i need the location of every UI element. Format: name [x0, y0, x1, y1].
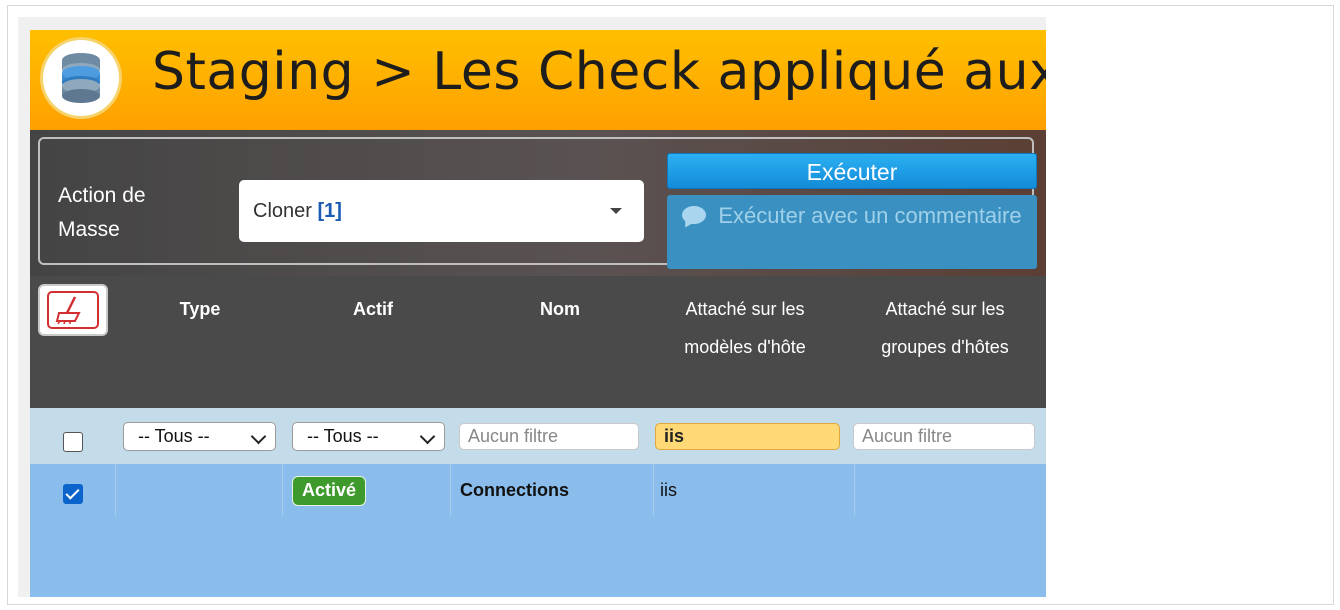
table-header: Type Actif Nom Attaché sur les modèles d… — [30, 276, 1046, 408]
mass-action-bar: Action de Masse Cloner [1] Exécuter Exéc… — [30, 130, 1046, 276]
cell-modeles: iis — [660, 480, 677, 500]
column-divider — [282, 464, 283, 516]
execute-button[interactable]: Exécuter — [667, 153, 1037, 189]
status-badge: Activé — [292, 476, 367, 506]
execute-with-comment-label: Exécuter avec un commentaire — [718, 203, 1022, 228]
type-filter-value: -- Tous -- — [138, 426, 210, 446]
row-checkbox[interactable] — [63, 484, 83, 504]
column-header-groupes[interactable]: Attaché sur les groupes d'hôtes — [860, 290, 1030, 366]
actif-filter-select[interactable]: -- Tous -- — [292, 422, 445, 451]
page-header: Staging > Les Check appliqué aux m — [30, 30, 1046, 130]
page-title: Staging > Les Check appliqué aux m — [152, 42, 1046, 102]
nom-filter-input[interactable]: Aucun filtre — [459, 423, 639, 450]
column-divider — [450, 464, 451, 516]
actif-filter-value: -- Tous -- — [307, 426, 379, 446]
database-icon — [43, 40, 119, 116]
column-header-type[interactable]: Type — [135, 290, 265, 328]
column-divider — [115, 464, 116, 516]
cell-nom[interactable]: Connections — [460, 480, 569, 501]
mass-action-select[interactable]: Cloner [1] — [239, 180, 644, 242]
select-all-checkbox[interactable] — [63, 432, 83, 452]
column-divider — [653, 464, 654, 516]
table-body: Activé Connections iis — [30, 464, 1046, 597]
column-header-modeles[interactable]: Attaché sur les modèles d'hôte — [660, 290, 830, 366]
chevron-down-icon — [250, 428, 267, 445]
modeles-filter-input[interactable]: iis — [655, 423, 840, 450]
mass-action-box: Action de Masse Cloner [1] Exécuter Exéc… — [38, 137, 1037, 269]
broom-icon — [47, 291, 99, 329]
clear-filters-button[interactable] — [38, 284, 108, 336]
app-window: Staging > Les Check appliqué aux m Actio… — [30, 30, 1046, 597]
mass-action-label: Action de Masse — [58, 184, 146, 241]
filter-row: -- Tous -- -- Tous -- Aucun filtre iis A… — [30, 408, 1046, 464]
mass-action-select-text: Cloner — [253, 200, 318, 222]
comment-icon — [682, 206, 707, 225]
chevron-down-icon — [419, 428, 436, 445]
caret-down-icon — [610, 208, 622, 214]
type-filter-select[interactable]: -- Tous -- — [123, 422, 276, 451]
groupes-filter-input[interactable]: Aucun filtre — [853, 423, 1035, 450]
mass-action-select-count: [1] — [317, 200, 342, 222]
column-divider — [854, 464, 855, 516]
column-header-nom[interactable]: Nom — [495, 290, 625, 328]
column-header-actif[interactable]: Actif — [308, 290, 438, 328]
execute-with-comment-button[interactable]: Exécuter avec un commentaire — [667, 195, 1037, 269]
